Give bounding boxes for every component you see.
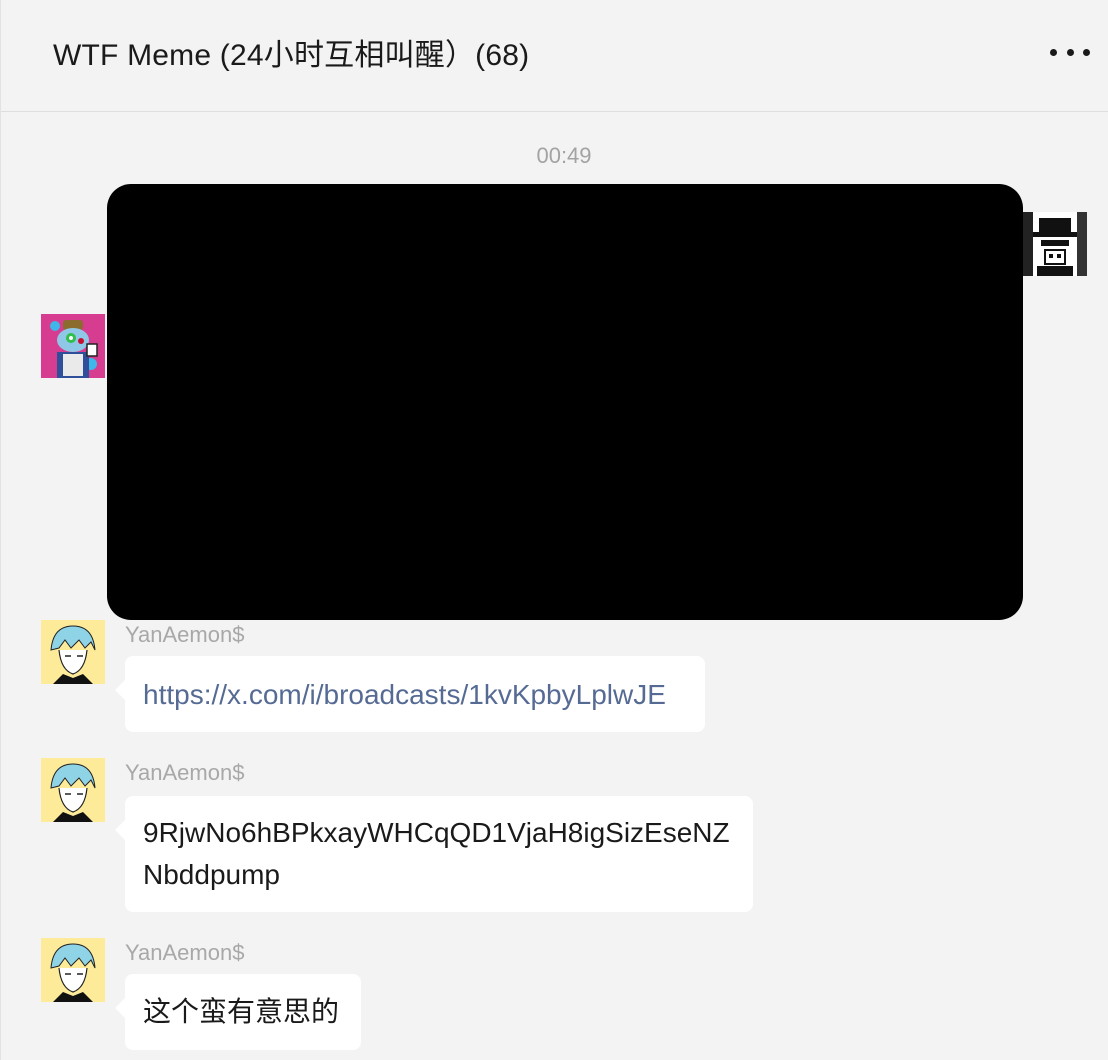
dot bbox=[1083, 48, 1090, 56]
more-options-icon[interactable] bbox=[1050, 40, 1090, 64]
self-avatar[interactable] bbox=[1023, 212, 1087, 276]
chat-window: WTF Meme (24小时互相叫醒）(68) 00:49 YanAemon$ … bbox=[0, 0, 1108, 1060]
dot bbox=[1050, 48, 1057, 56]
message-bubble[interactable]: https://x.com/i/broadcasts/1kvKpbyLplwJE bbox=[115, 656, 705, 732]
chat-header: WTF Meme (24小时互相叫醒）(68) bbox=[1, 0, 1108, 112]
sender-avatar[interactable] bbox=[41, 620, 105, 684]
sender-avatar[interactable] bbox=[41, 758, 105, 822]
sender-avatar[interactable] bbox=[41, 314, 105, 378]
message-text: 这个蛮有意思的 bbox=[143, 996, 340, 1027]
message-link[interactable]: https://x.com/i/broadcasts/1kvKpbyLplwJE bbox=[143, 679, 666, 710]
chat-title: WTF Meme (24小时互相叫醒）(68) bbox=[53, 39, 530, 72]
sender-avatar[interactable] bbox=[41, 938, 105, 1002]
sender-name: YanAemon$ bbox=[125, 760, 245, 785]
message-text-line: 9RjwNo6hBPkxayWHCqQD1VjaH8igSizEseNZ bbox=[143, 817, 730, 848]
message-bubble[interactable]: 9RjwNo6hBPkxayWHCqQD1VjaH8igSizEseNZ Nbd… bbox=[115, 796, 753, 912]
dot bbox=[1066, 48, 1074, 56]
media-message-placeholder[interactable] bbox=[107, 184, 1023, 620]
message-bubble[interactable]: 这个蛮有意思的 bbox=[115, 974, 361, 1050]
sender-name: YanAemon$ bbox=[125, 940, 245, 965]
message-text-line: Nbddpump bbox=[143, 859, 280, 890]
message-timestamp: 00:49 bbox=[536, 143, 592, 168]
sender-name: YanAemon$ bbox=[125, 622, 245, 647]
